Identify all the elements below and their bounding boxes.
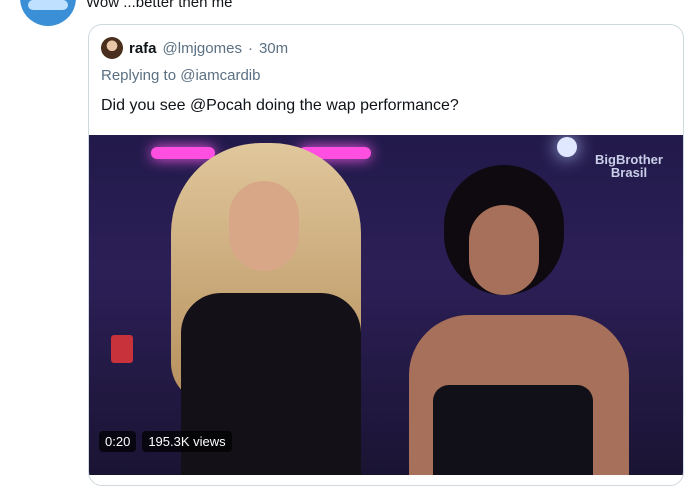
quoted-tweet-card[interactable]: rafa @lmjgomes · 30m Replying to @iamcar…: [88, 24, 684, 486]
quoted-tweet-time[interactable]: 30m: [259, 40, 288, 57]
video-views-badge: 195.3K views: [142, 431, 232, 452]
reply-author-avatar[interactable]: [20, 0, 76, 26]
reply-tweet-text: Wow ...better then me: [86, 0, 233, 11]
video-duration-badge: 0:20: [99, 431, 137, 452]
video-player[interactable]: BigBrother Brasil 0:20 195.3K views: [89, 135, 683, 475]
quoted-tweet-header: rafa @lmjgomes · 30m: [101, 37, 288, 59]
quoted-author-name[interactable]: rafa: [129, 40, 157, 57]
red-cup: [111, 335, 133, 363]
quoted-author-handle[interactable]: @lmjgomes: [163, 40, 242, 57]
video-person-right: [389, 165, 649, 475]
video-overlay-badges: 0:20 195.3K views: [99, 431, 232, 452]
replying-to-label: Replying to @iamcardib: [101, 67, 261, 84]
spotlight: [557, 137, 577, 157]
meta-separator: ·: [247, 39, 253, 57]
video-person-left: [151, 143, 391, 475]
quoted-author-avatar[interactable]: [101, 37, 123, 59]
quoted-tweet-text: Did you see @Pocah doing the wap perform…: [101, 97, 459, 114]
